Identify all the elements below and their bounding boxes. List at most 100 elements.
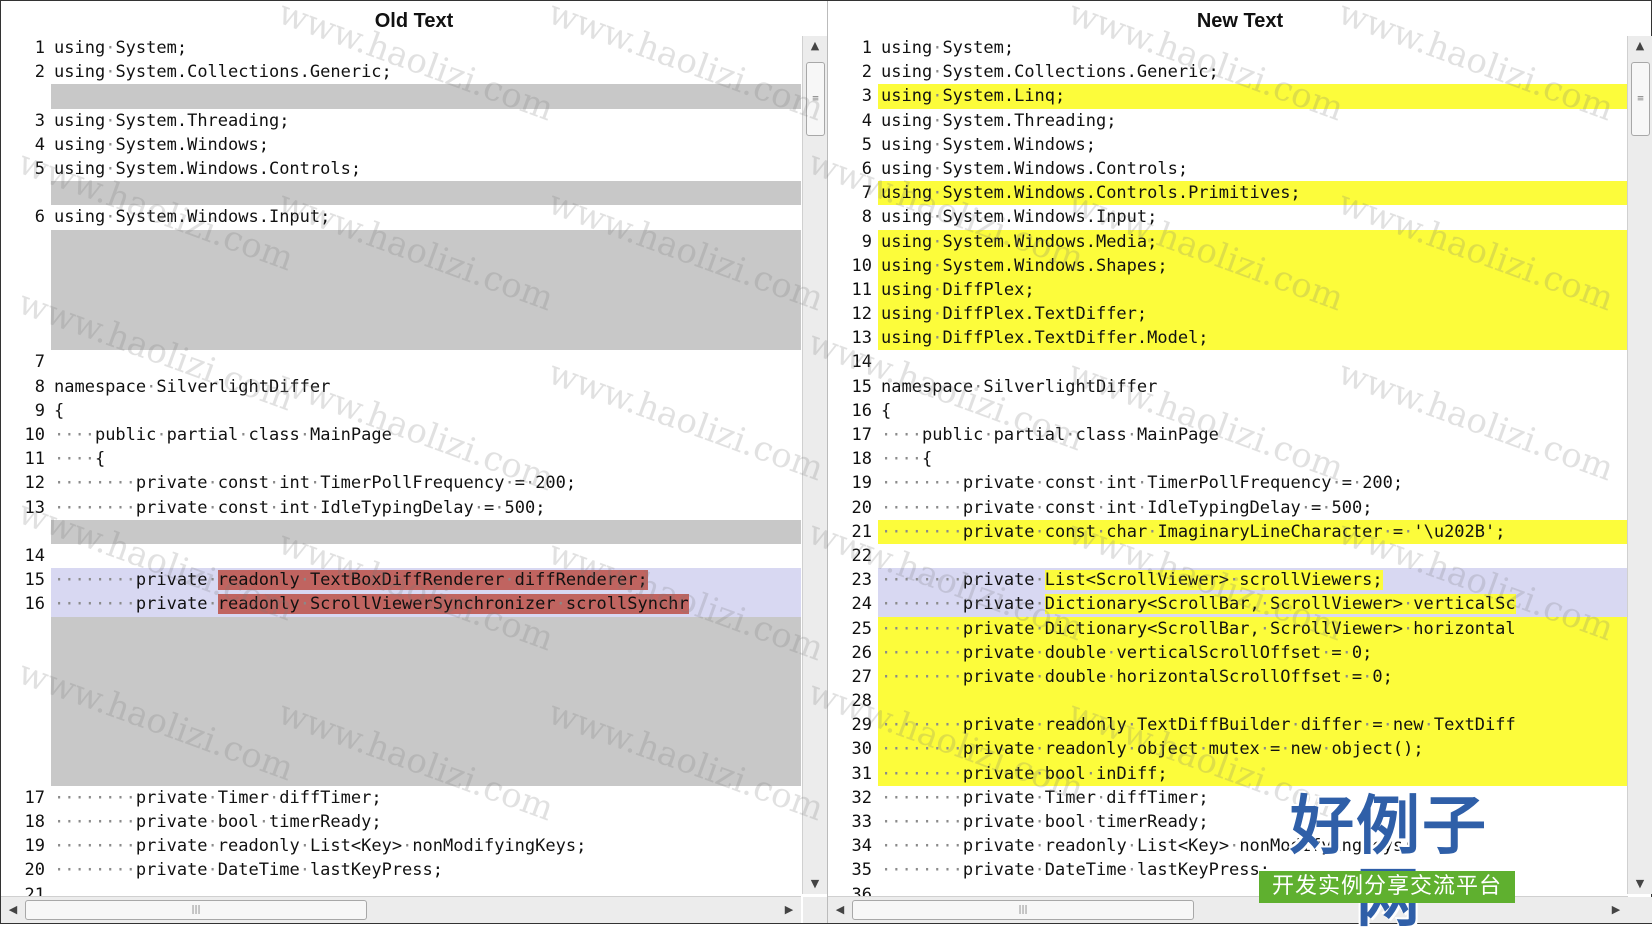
line-code: namespace·SilverlightDiffer [881,376,1158,397]
scroll-right-icon[interactable]: ▶ [779,897,799,923]
line-number: 28 [851,691,872,712]
scroll-thumb[interactable]: ≡ [1631,62,1650,136]
line-number: 3 [34,110,45,131]
diff-line [1,737,801,762]
line-number: 33 [851,812,872,832]
logo-title: 好例子网 [1290,790,1488,935]
scroll-thumb[interactable]: ||| [25,900,367,920]
line-number: 21 [851,521,872,542]
diff-line: 19 ········private·const·int·TimerPollFre… [828,471,1628,495]
line-number: 20 [24,860,45,881]
line-number: 8 [861,207,872,228]
line-code [51,84,801,109]
diff-line: 7 [1,350,801,374]
old-text-lines[interactable]: 1 using·System; 2 using·System.Collections.… [1,36,801,896]
line-code: using·System.Collections.Generic; [881,62,1219,83]
diff-line [1,229,801,254]
line-code: ········private·Dictionary<ScrollBar,·Sc… [878,592,1628,617]
line-number: 20 [851,497,872,518]
diff-line: 15 ········private·readonly·TextBoxDiffRe… [1,568,801,593]
line-code: ········private·const·int·IdleTypingDela… [54,497,546,518]
line-number: 13 [851,328,872,349]
line-number: 2 [861,62,872,83]
scroll-left-icon[interactable]: ◀ [3,897,23,923]
diff-line: 9{ [1,399,801,423]
diff-line: 17 ····public·partial·class·MainPage [828,423,1628,447]
diff-line [1,181,801,206]
line-code: using·DiffPlex.TextDiffer; [878,302,1628,327]
scroll-down-icon[interactable]: ▼ [1628,874,1652,894]
line-code: using·System.Windows.Controls; [54,158,362,179]
line-number: 4 [861,110,872,131]
line-number: 14 [24,545,45,566]
diff-line: 20 ········private·DateTime·lastKeyPress; [1,858,801,882]
scroll-right-icon[interactable]: ▶ [1606,897,1626,923]
line-code [51,616,801,641]
line-code: using·DiffPlex; [878,277,1628,303]
line-code: using·System.Windows; [54,134,269,155]
line-number: 9 [861,231,872,252]
scroll-left-icon[interactable]: ◀ [830,897,850,923]
line-number: 29 [851,715,872,736]
diff-line [1,326,801,351]
diff-line: 3 using·System.Threading; [1,109,801,133]
diff-viewer-window: Old Text 1 using·System; 2 using·System.Col… [0,0,1652,935]
line-code: using·System.Windows.Controls.Primitives… [878,181,1628,206]
diff-line [1,302,801,327]
line-number: 13 [24,497,45,518]
diff-line: 13 using·DiffPlex.TextDiffer.Model; [828,326,1628,351]
diff-line: 3 using·System.Linq; [828,84,1628,109]
diff-line [1,253,801,278]
line-code: using·System.Windows.Media; [878,229,1628,254]
line-code: using·System.Linq; [878,84,1628,109]
diff-line: 13 ········private·const·int·IdleTypingDe… [1,496,801,520]
diff-line [1,519,801,544]
diff-line: 23 ········private·List<ScrollViewer>·scr… [828,568,1628,593]
line-code: using·System.Threading; [881,110,1117,131]
scroll-down-icon[interactable]: ▼ [803,874,827,894]
old-vertical-scrollbar[interactable]: ▲ ≡ ▼ [802,36,827,894]
line-code: using·System.Windows.Shapes; [878,253,1628,278]
scroll-up-icon[interactable]: ▲ [803,36,827,56]
line-code: using·System.Windows.Controls; [881,158,1189,179]
line-code: ········private·List<ScrollViewer>·scrol… [878,568,1628,593]
line-number: 6 [861,158,872,179]
old-text-pane: Old Text 1 using·System; 2 using·System.Col… [1,1,827,923]
diff-line [1,689,801,714]
diff-line [1,640,801,665]
line-number: 23 [851,570,872,591]
line-code: ········private·const·int·TimerPollFrequ… [54,473,577,494]
line-code: ········private·readonly·ScrollViewerSyn… [51,592,801,617]
new-vertical-scrollbar[interactable]: ▲ ≡ ▼ [1627,36,1652,894]
line-code [51,761,801,786]
diff-line: 11 using·DiffPlex; [828,277,1628,303]
diff-line [1,84,801,109]
diff-line [1,761,801,786]
diff-line: 6 using·System.Windows.Input; [1,205,801,229]
line-number: 15 [24,570,45,591]
old-horizontal-scrollbar[interactable]: ◀ ||| ▶ [1,896,801,923]
diff-line: 1 using·System; [828,36,1628,60]
line-number: 21 [24,884,45,896]
scroll-thumb[interactable]: ||| [852,900,1194,920]
diff-line: 30 ········private·readonly·object·mutex·… [828,737,1628,762]
diff-line [1,664,801,690]
scroll-thumb[interactable]: ≡ [806,62,825,136]
diff-line: 17 ········private·Timer·diffTimer; [1,786,801,810]
new-text-lines[interactable]: 1 using·System; 2 using·System.Collections.… [828,36,1628,896]
diff-line: 14 [828,350,1628,374]
line-number: 32 [851,787,872,808]
line-number: 26 [851,642,872,663]
line-code: ········private·const·char·ImaginaryLine… [878,519,1628,544]
line-code: ········private·DateTime·lastKeyPress; [54,860,443,881]
diff-line: 27 ········private·double·horizontalScrol… [828,664,1628,690]
line-number: 3 [861,86,872,107]
scroll-up-icon[interactable]: ▲ [1628,36,1652,56]
line-number: 10 [24,425,45,445]
line-number: 17 [24,787,45,808]
line-number: 5 [34,158,45,179]
